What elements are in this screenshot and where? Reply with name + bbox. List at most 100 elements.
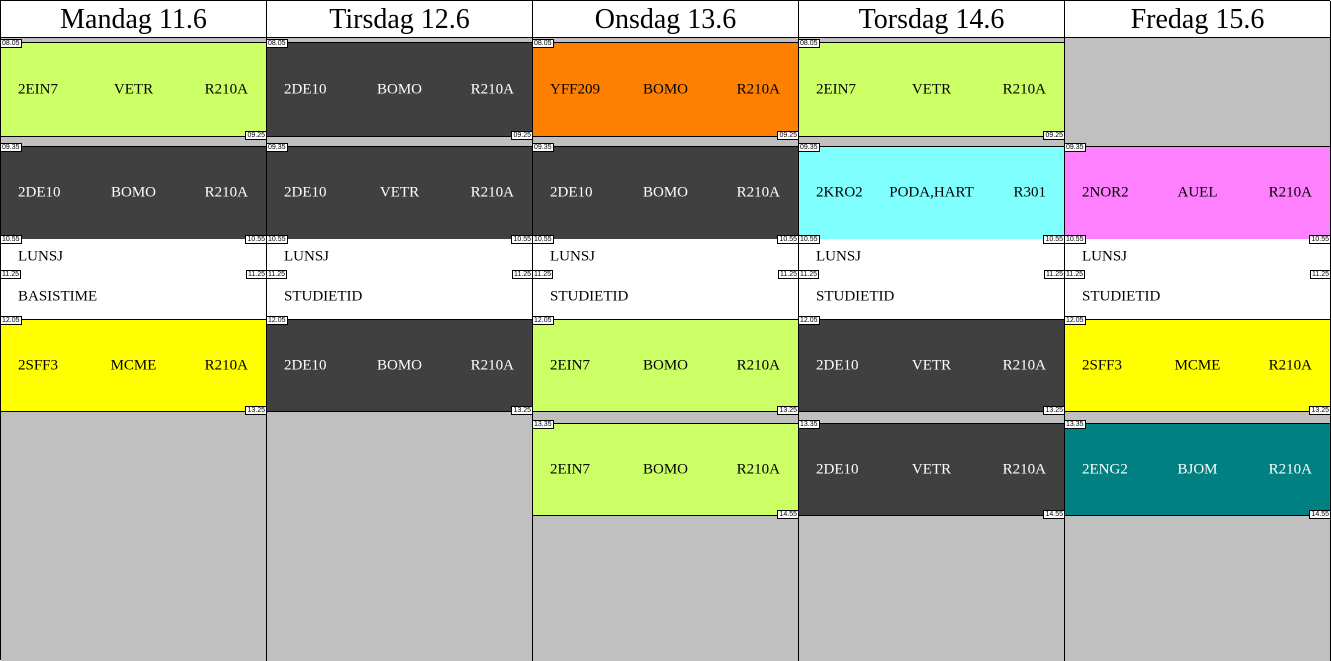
start-time: 12.05 <box>799 316 820 325</box>
lunch-label: LUNSJ <box>550 248 596 264</box>
lesson-block[interactable]: 12.05 2DE10 BOMO R210A 13.25 <box>267 316 532 415</box>
room: R210A <box>736 81 780 97</box>
room: R210A <box>204 357 248 373</box>
start-time: 11.25 <box>533 270 553 279</box>
basistime-block: 11.25 BASISTIME 11.25 <box>1 270 266 319</box>
start-time: 12.05 <box>1 316 22 325</box>
class-code: 2DE10 <box>284 184 327 201</box>
start-time: 12.05 <box>1065 316 1086 325</box>
lesson-block[interactable]: 09.35 2DE10 BOMO R210A <box>1 143 266 240</box>
start-time: 10.55 <box>1 235 22 244</box>
teacher: PODA,HART <box>889 184 974 201</box>
end-time: 14.55 <box>1043 510 1064 519</box>
room: R301 <box>1013 184 1046 201</box>
class-code: 2DE10 <box>284 81 327 97</box>
class-code: 2DE10 <box>816 357 859 373</box>
lesson-block[interactable]: 12.05 2EIN7 BOMO R210A 13.25 <box>533 316 798 415</box>
end-time: 13.25 <box>1309 406 1330 415</box>
teacher: MCME <box>1174 357 1221 373</box>
day-column-friday: 09.35 2NOR2 AUEL R210A 10.55 LUNSJ 10.55… <box>1065 38 1331 661</box>
lunch-block: 10.55 LUNSJ 10.55 <box>533 235 798 274</box>
start-time: 10.55 <box>533 235 554 244</box>
start-time: 11.25 <box>799 270 819 279</box>
class-code: 2EIN7 <box>18 81 58 97</box>
end-time: 10.55 <box>1309 235 1330 244</box>
start-time: 13.35 <box>799 420 820 429</box>
teacher: VETR <box>911 357 952 373</box>
lunch-block: 10.55 LUNSJ 10.55 <box>1065 235 1330 274</box>
class-code: 2DE10 <box>18 184 61 201</box>
lesson-block[interactable]: 08.05 2EIN7 VETR R210A 09.25 <box>1 39 266 140</box>
day-header-wednesday: Onsdag 13.6 <box>533 1 799 38</box>
start-time: 11.25 <box>1 270 21 279</box>
teacher: BOMO <box>642 81 689 97</box>
teacher: VETR <box>379 184 420 201</box>
lesson-block[interactable]: 09.35 2DE10 VETR R210A <box>267 143 532 240</box>
lunch-label: LUNSJ <box>1082 248 1128 264</box>
start-time: 13.35 <box>533 420 554 429</box>
day-header-monday: Mandag 11.6 <box>1 1 267 38</box>
studietid-label: STUDIETID <box>816 288 895 304</box>
lesson-block[interactable]: 13.35 2ENG2 BJOM R210A 14.55 <box>1065 420 1330 519</box>
class-code: 2NOR2 <box>1082 184 1129 201</box>
lesson-block[interactable]: 08.05 YFF209 BOMO R210A 09.25 <box>533 39 798 140</box>
start-time: 10.55 <box>1065 235 1086 244</box>
start-time: 09.35 <box>1065 143 1086 152</box>
lunch-label: LUNSJ <box>816 248 862 264</box>
day-header-friday: Fredag 15.6 <box>1065 1 1331 38</box>
day-header-thursday: Torsdag 14.6 <box>799 1 1065 38</box>
teacher: MCME <box>110 357 157 373</box>
room: R210A <box>204 184 248 201</box>
teacher: BOMO <box>642 184 689 201</box>
start-time: 09.35 <box>1 143 22 152</box>
start-time: 09.35 <box>799 143 820 152</box>
day-column-monday: 08.05 2EIN7 VETR R210A 09.25 09.35 2DE10… <box>1 38 267 661</box>
studietid-label: STUDIETID <box>1082 288 1161 304</box>
lesson-block[interactable]: 08.05 2DE10 BOMO R210A 09.25 <box>267 39 532 140</box>
lesson-block[interactable]: 09.35 2KRO2 PODA,HART R301 <box>799 143 1064 240</box>
end-time: 09.25 <box>777 131 798 140</box>
lesson-block[interactable]: 13.35 2EIN7 BOMO R210A 14.55 <box>533 420 798 519</box>
lesson-block[interactable]: 13.35 2DE10 VETR R210A 14.55 <box>799 420 1064 519</box>
class-code: 2EIN7 <box>550 461 590 477</box>
studietid-block: 11.25 STUDIETID 11.25 <box>1065 270 1330 319</box>
day-column-thursday: 08.05 2EIN7 VETR R210A 09.25 09.35 2KRO2… <box>799 38 1065 661</box>
lesson-block[interactable]: 09.35 2NOR2 AUEL R210A <box>1065 143 1330 240</box>
lunch-label: LUNSJ <box>18 248 64 264</box>
lesson-block[interactable]: 12.05 2SFF3 MCME R210A 13.25 <box>1065 316 1330 415</box>
end-time: 13.25 <box>1043 406 1064 415</box>
end-time: 13.25 <box>245 406 266 415</box>
start-time: 10.55 <box>799 235 820 244</box>
lesson-block[interactable]: 09.35 2DE10 BOMO R210A <box>533 143 798 240</box>
studietid-block: 11.25 STUDIETID 11.25 <box>799 270 1064 319</box>
start-time: 08.05 <box>533 39 554 48</box>
room: R210A <box>1268 461 1312 477</box>
start-time: 08.05 <box>799 39 820 48</box>
room: R210A <box>736 184 780 201</box>
end-time: 14.55 <box>1309 510 1330 519</box>
teacher: BOMO <box>642 357 689 373</box>
timetable: Mandag 11.6 Tirsdag 12.6 Onsdag 13.6 Tor… <box>0 0 1331 661</box>
end-time: 13.25 <box>511 406 532 415</box>
class-code: 2DE10 <box>550 184 593 201</box>
studietid-block: 11.25 STUDIETID 11.25 <box>533 270 798 319</box>
lesson-block[interactable]: 12.05 2DE10 VETR R210A 13.25 <box>799 316 1064 415</box>
lesson-block[interactable]: 12.05 2SFF3 MCME R210A 13.25 <box>1 316 266 415</box>
teacher: AUEL <box>1177 184 1218 201</box>
studietid-block: 11.25 STUDIETID 11.25 <box>267 270 532 319</box>
end-time: 11.25 <box>1310 270 1330 279</box>
studietid-label: STUDIETID <box>284 288 363 304</box>
room: R210A <box>1268 357 1312 373</box>
class-code: 2DE10 <box>816 461 859 477</box>
end-time: 11.25 <box>1044 270 1064 279</box>
class-code: 2ENG2 <box>1082 461 1128 477</box>
day-header-tuesday: Tirsdag 12.6 <box>267 1 533 38</box>
lunch-label: LUNSJ <box>284 248 330 264</box>
end-time: 10.55 <box>777 235 798 244</box>
end-time: 09.25 <box>245 131 266 140</box>
end-time: 11.25 <box>778 270 798 279</box>
teacher: BOMO <box>376 357 423 373</box>
lesson-block[interactable]: 08.05 2EIN7 VETR R210A 09.25 <box>799 39 1064 140</box>
start-time: 13.35 <box>1065 420 1086 429</box>
end-time: 11.25 <box>246 270 266 279</box>
